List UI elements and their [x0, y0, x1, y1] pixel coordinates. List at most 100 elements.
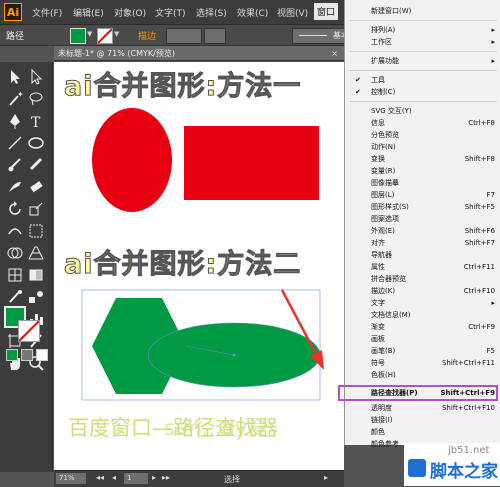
menu-separator: [349, 101, 497, 102]
menu-item[interactable]: 图像描摹: [345, 177, 500, 189]
rotate-tool-icon[interactable]: [6, 200, 24, 218]
menu-item[interactable]: 导航器: [345, 249, 500, 261]
chevron-down-icon[interactable]: ▼: [114, 30, 119, 38]
menu-item[interactable]: 属性 Ctrl+F11: [345, 261, 500, 273]
menu-item[interactable]: ✔ 控制(C): [345, 86, 500, 98]
artboard[interactable]: ai合并图形:方法一 ai合并图形:方法二 sun...dy夏 百度窗口—路径查…: [54, 62, 344, 470]
stroke-weight-dropdown[interactable]: [204, 28, 226, 44]
selection-type-label: 路径: [6, 32, 25, 42]
stroke-label[interactable]: 描边: [138, 29, 156, 42]
menu-item[interactable]: 工作区 ▸: [345, 36, 500, 48]
menu-item[interactable]: 排列(A) ▸: [345, 24, 500, 36]
direct-selection-tool-icon[interactable]: [27, 68, 45, 86]
menu-effect[interactable]: 效果(C): [237, 6, 268, 19]
window-menu-dropdown: 新建窗口(W) 排列(A) ▸ 工作区 ▸ 扩展功能 ▸ ✔ 工具 ✔ 控制(C) SVG…: [344, 0, 500, 448]
menu-item[interactable]: 透明度 Shift+Ctrl+F10: [345, 402, 500, 414]
menu-item[interactable]: 对齐 Shift+F7: [345, 237, 500, 249]
free-transform-tool-icon[interactable]: [27, 222, 45, 240]
menu-object[interactable]: 对象(O): [114, 6, 146, 19]
red-ellipse[interactable]: [92, 108, 172, 212]
menu-item[interactable]: 变换 Shift+F8: [345, 153, 500, 165]
menu-separator: [349, 70, 497, 71]
menu-window[interactable]: 窗口: [314, 3, 339, 20]
menu-item[interactable]: 信息 Ctrl+F8: [345, 117, 500, 129]
menu-view[interactable]: 视图(V): [277, 6, 308, 19]
shape-builder-tool-icon[interactable]: [6, 244, 24, 262]
first-page-icon[interactable]: ◂◂: [96, 473, 104, 482]
red-rectangle[interactable]: [184, 126, 319, 200]
watermark-name: 脚本之家: [430, 462, 498, 482]
gradient-tool-icon[interactable]: [27, 266, 45, 284]
submenu-arrow-icon: ▸: [491, 57, 495, 65]
menu-item[interactable]: SVG 交互(Y): [345, 105, 500, 117]
menu-item[interactable]: 颜色: [345, 426, 500, 438]
menu-item[interactable]: 渐变 Ctrl+F9: [345, 321, 500, 333]
blend-tool-icon[interactable]: [27, 288, 45, 306]
menu-item[interactable]: 外观(E) Shift+F6: [345, 225, 500, 237]
menu-item[interactable]: ✔ 工具: [345, 74, 500, 86]
magic-wand-tool-icon[interactable]: ✦: [6, 90, 24, 108]
watermark-logo-icon: [408, 459, 426, 477]
scale-tool-icon[interactable]: [27, 200, 45, 218]
color-mode-icon[interactable]: [6, 349, 18, 361]
document-tab[interactable]: 未标题-1* @ 71% (CMYK/预览) ×: [54, 46, 344, 61]
zoom-field[interactable]: 71%: [56, 473, 86, 484]
stroke-swatch[interactable]: [97, 28, 113, 44]
menu-item[interactable]: 图案选项: [345, 213, 500, 225]
warp-tool-icon[interactable]: [6, 222, 24, 240]
last-page-icon[interactable]: ▸▸: [162, 473, 170, 482]
eyedropper-tool-icon[interactable]: [6, 288, 24, 306]
menu-item[interactable]: 描边(K) Ctrl+F10: [345, 285, 500, 297]
mesh-tool-icon[interactable]: [6, 266, 24, 284]
svg-text:T: T: [31, 115, 41, 130]
prev-page-icon[interactable]: ◂: [112, 473, 116, 482]
ellipse-tool-icon[interactable]: [27, 134, 45, 152]
blob-brush-tool-icon[interactable]: [6, 178, 24, 196]
type-tool-icon[interactable]: T: [27, 112, 45, 130]
menu-edit[interactable]: 编辑(E): [73, 6, 104, 19]
menu-item[interactable]: 文档信息(M): [345, 309, 500, 321]
close-icon[interactable]: ×: [331, 46, 338, 61]
menu-item[interactable]: 拼合器预览: [345, 273, 500, 285]
center-point: [232, 353, 236, 357]
page-field[interactable]: 1: [124, 473, 148, 484]
menu-select[interactable]: 选择(S): [196, 6, 227, 19]
menu-item[interactable]: 画笔(B) F5: [345, 345, 500, 357]
pen-tool-icon[interactable]: [6, 112, 24, 130]
menu-item[interactable]: 新建窗口(W): [345, 5, 500, 17]
menu-type[interactable]: 文字(T): [155, 6, 186, 19]
menu-item[interactable]: 色板(H): [345, 369, 500, 381]
paintbrush-tool-icon[interactable]: [6, 156, 24, 174]
line-tool-icon[interactable]: [6, 134, 24, 152]
menu-item[interactable]: 符号 Shift+Ctrl+F11: [345, 357, 500, 369]
tools-panel: ✦ T: [0, 62, 53, 472]
menu-item[interactable]: 文字 ▸: [345, 297, 500, 309]
fill-swatch[interactable]: [70, 28, 86, 44]
stroke-color-box[interactable]: [18, 320, 40, 342]
pencil-tool-icon[interactable]: [27, 156, 45, 174]
eraser-tool-icon[interactable]: [27, 178, 45, 196]
checkmark-icon: ✔: [355, 76, 361, 84]
chevron-down-icon[interactable]: ▼: [87, 30, 92, 38]
menu-item[interactable]: 图形样式(S) Shift+F5: [345, 201, 500, 213]
gradient-mode-icon[interactable]: [21, 349, 33, 361]
status-tool-label: 选择: [224, 475, 240, 484]
menu-item[interactable]: 图层(L) F7: [345, 189, 500, 201]
menu-item[interactable]: 画板: [345, 333, 500, 345]
next-page-icon[interactable]: ▸: [152, 473, 156, 482]
menu-file[interactable]: 文件(F): [32, 6, 62, 19]
perspective-grid-tool-icon[interactable]: [27, 244, 45, 262]
play-icon[interactable]: ▸: [324, 473, 328, 482]
lasso-tool-icon[interactable]: [27, 90, 45, 108]
menu-item[interactable]: 链接(I): [345, 414, 500, 426]
menu-item[interactable]: 扩展功能 ▸: [345, 55, 500, 67]
menu-item[interactable]: 分色预览: [345, 129, 500, 141]
menu-item[interactable]: 变量(R): [345, 165, 500, 177]
menu-item[interactable]: 动作(N): [345, 141, 500, 153]
menu-separator: [349, 51, 497, 52]
svg-text:✦: ✦: [17, 90, 24, 99]
stroke-weight-field[interactable]: [166, 28, 202, 44]
none-mode-icon[interactable]: [36, 349, 48, 361]
selection-tool-icon[interactable]: [6, 68, 24, 86]
no-stroke-icon: [97, 28, 113, 44]
